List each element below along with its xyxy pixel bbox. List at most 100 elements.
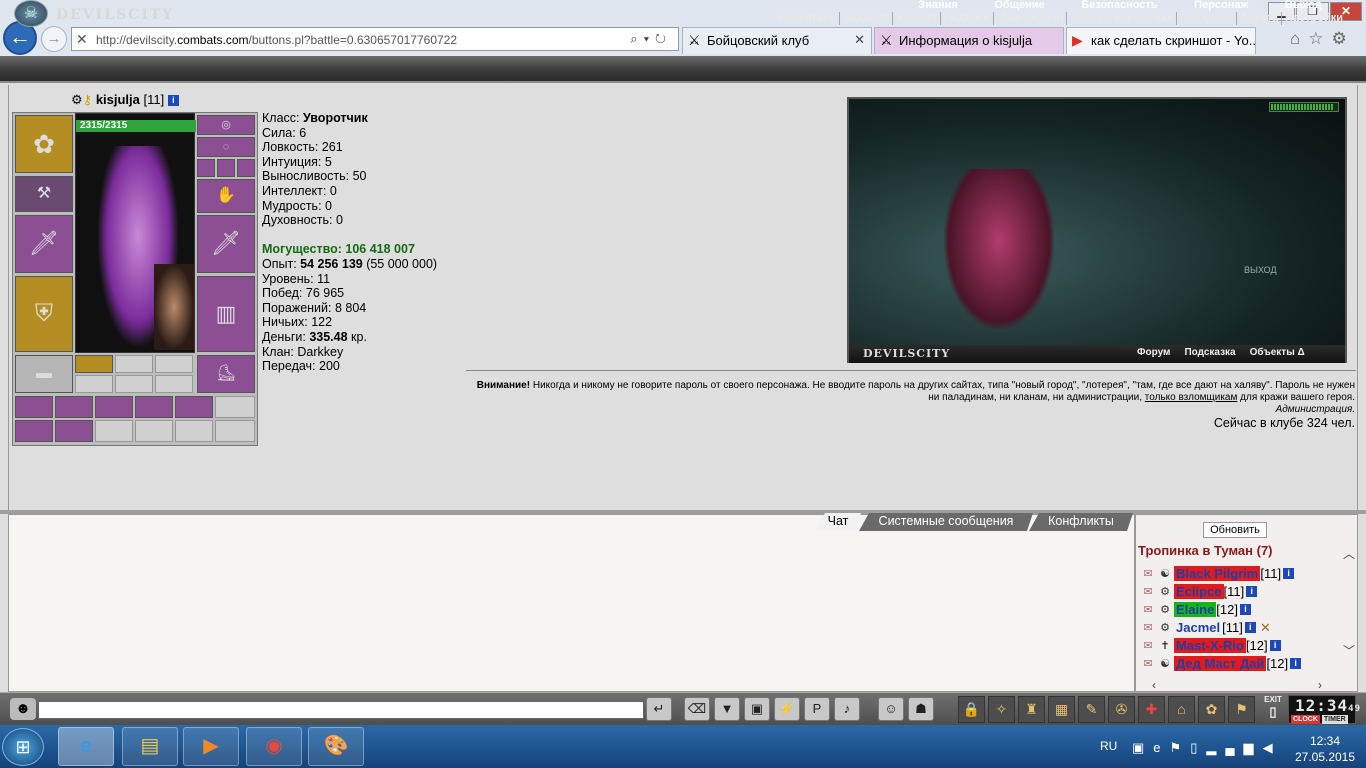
send-button[interactable]: ↵ xyxy=(646,697,672,721)
user-name[interactable]: Mast-X-Rio xyxy=(1174,638,1246,653)
user-name[interactable]: Elaine xyxy=(1174,602,1217,617)
action-lock-button[interactable]: 🔒 xyxy=(958,696,985,723)
belt-item-slot-4[interactable] xyxy=(75,375,113,393)
forward-button[interactable]: → xyxy=(41,26,67,52)
scroll-down-icon[interactable]: ﹀ xyxy=(1341,642,1357,659)
ring-slot-3[interactable] xyxy=(237,159,255,177)
users-scrollbar[interactable]: ︿ ﹀ xyxy=(1341,545,1357,660)
user-name[interactable]: Дед Маст Дай xyxy=(1174,656,1267,671)
task-media-player[interactable]: ▶ xyxy=(183,727,239,766)
hint-link[interactable]: Подсказка xyxy=(1184,347,1235,358)
task-paint[interactable]: 🎨 xyxy=(308,727,364,766)
warning-link[interactable]: только взломщикам xyxy=(1145,392,1238,403)
close-tab-icon[interactable]: ✕ xyxy=(854,32,865,48)
chat-messages[interactable] xyxy=(8,514,1135,692)
task-explorer[interactable]: ▤ xyxy=(122,727,178,766)
browser-tab-info[interactable]: ⚔ Информация о kisjulja xyxy=(874,27,1064,54)
scroll-slot-12[interactable] xyxy=(215,420,255,442)
action-map-button[interactable]: ✇ xyxy=(1108,696,1135,723)
weapon-right-slot[interactable]: 🗡 xyxy=(197,215,255,273)
filter-button[interactable]: ▼ xyxy=(714,697,740,721)
clan-badge-icon[interactable]: ⚙ xyxy=(71,92,83,107)
system-clock[interactable]: 12:34 27.05.2015 xyxy=(1290,733,1360,765)
private-message-icon[interactable]: ✉ xyxy=(1140,639,1156,653)
helmet-slot[interactable]: ✿ xyxy=(15,115,73,173)
tab-system-messages[interactable]: Системные сообщения xyxy=(859,513,1033,531)
scroll-left-icon[interactable]: ‹ xyxy=(1152,678,1156,691)
tray-app-icon[interactable]: ▣ xyxy=(1132,740,1153,755)
scroll-up-icon[interactable]: ︿ xyxy=(1341,545,1357,562)
timer-mode-label[interactable]: TIMER xyxy=(1321,715,1348,724)
scroll-slot-3[interactable] xyxy=(95,396,133,418)
amulet-slot[interactable]: ◎ xyxy=(197,115,255,135)
stat-clan[interactable]: Клан: Darkkey xyxy=(262,345,502,360)
submenu-inventory[interactable]: Инвентарь xyxy=(775,12,840,25)
address-bar[interactable]: ✕ http://devilscity.combats.com/buttons.… xyxy=(71,27,679,51)
private-message-icon[interactable]: ✉ xyxy=(1140,585,1156,599)
address-url[interactable]: http://devilscity.combats.com/buttons.pl… xyxy=(96,33,457,47)
action-bag-button[interactable]: ♜ xyxy=(1018,696,1045,723)
tray-device-icon[interactable]: ▯ xyxy=(1190,740,1206,755)
objects-link[interactable]: Объекты Δ xyxy=(1250,347,1305,358)
language-indicator[interactable]: RU xyxy=(1100,739,1117,753)
private-message-icon[interactable]: ✉ xyxy=(1140,567,1156,581)
pet-portrait[interactable] xyxy=(154,264,194,350)
info-icon[interactable]: i xyxy=(167,95,179,107)
weapon-left-slot[interactable]: 🗡 xyxy=(15,215,73,273)
dropdown-icon[interactable]: ▾ xyxy=(644,31,655,46)
search-icon[interactable]: ⌕ xyxy=(630,31,643,46)
scroll-slot-6[interactable] xyxy=(215,396,255,418)
ring-slot-2[interactable] xyxy=(217,159,235,177)
scroll-slot-11[interactable] xyxy=(175,420,213,442)
submenu-settings[interactable]: Настройки xyxy=(1280,12,1346,25)
start-button[interactable]: ⊞ xyxy=(2,728,44,766)
action-friends-button[interactable]: ✿ xyxy=(1198,696,1225,723)
refresh-button[interactable]: Обновить xyxy=(1203,522,1267,538)
earrings-slot[interactable]: ◌ xyxy=(197,137,255,157)
action-chest-button[interactable]: ▦ xyxy=(1048,696,1075,723)
scroll-slot-9[interactable] xyxy=(95,420,133,442)
scroll-right-icon[interactable]: › xyxy=(1318,678,1322,691)
info-icon[interactable]: i xyxy=(1283,568,1295,579)
private-message-icon[interactable]: ✉ xyxy=(1140,657,1156,671)
browser-tab-fightclub[interactable]: ⚔ Бойцовский клуб ✕ xyxy=(682,27,872,54)
info-icon[interactable]: i xyxy=(1246,586,1258,597)
gear-icon[interactable]: ⚙ xyxy=(1332,29,1355,48)
info-icon[interactable]: i xyxy=(1239,604,1251,615)
belt-slot[interactable]: ▬ xyxy=(15,355,73,393)
scroll-slot-8[interactable] xyxy=(55,420,93,442)
action-heal-button[interactable]: ✚ xyxy=(1138,696,1165,723)
action-scroll-button[interactable]: ✎ xyxy=(1078,696,1105,723)
menu-communication[interactable]: Общение xyxy=(994,0,1044,11)
belt-item-slot-5[interactable] xyxy=(115,375,153,393)
action-house-button[interactable]: ⌂ xyxy=(1168,696,1195,723)
scroll-slot-4[interactable] xyxy=(135,396,173,418)
star-icon[interactable]: ☆ xyxy=(1308,29,1331,48)
tab-conflicts[interactable]: Конфликты xyxy=(1029,513,1133,531)
refresh-icon[interactable]: ↻ xyxy=(655,31,672,46)
clock-mode-label[interactable]: CLOCK xyxy=(1291,715,1320,724)
info-icon[interactable]: i xyxy=(1290,658,1302,669)
bracer-slot[interactable]: ⚒ xyxy=(15,176,73,212)
task-chrome[interactable]: ◉ xyxy=(246,727,302,766)
tray-volume-icon[interactable]: ◀ xyxy=(1263,740,1282,755)
activity-button[interactable]: ⚡ xyxy=(774,697,800,721)
smiles-button[interactable]: ☺ xyxy=(878,697,904,721)
submenu-quests[interactable]: Задания xyxy=(839,12,892,25)
info-icon[interactable]: i xyxy=(1244,622,1256,633)
submenu-battles[interactable]: Поединки xyxy=(1175,12,1236,25)
users-hscrollbar[interactable]: ‹ › xyxy=(1152,678,1322,691)
browser-tab-youtube[interactable]: ▶ как сделать скриншот - Yo... xyxy=(1066,27,1256,54)
user-name[interactable]: Jacmel xyxy=(1174,620,1222,635)
forum-link[interactable]: Форум xyxy=(1137,347,1170,358)
game-clock[interactable]: 12:3449 CLOCK TIMER xyxy=(1288,695,1360,724)
belt-item-slot-2[interactable] xyxy=(115,355,153,373)
chat-input[interactable] xyxy=(38,701,644,719)
user-name[interactable]: Eclipce xyxy=(1174,584,1224,599)
armor-slot[interactable]: ⛨ xyxy=(15,276,73,352)
scroll-slot-7[interactable] xyxy=(15,420,53,442)
scroll-slot-1[interactable] xyxy=(15,396,53,418)
scroll-slot-10[interactable] xyxy=(135,420,173,442)
chat-mode-icon[interactable]: ☻ xyxy=(10,698,36,720)
submenu-profile[interactable]: Анкета xyxy=(1236,12,1281,25)
